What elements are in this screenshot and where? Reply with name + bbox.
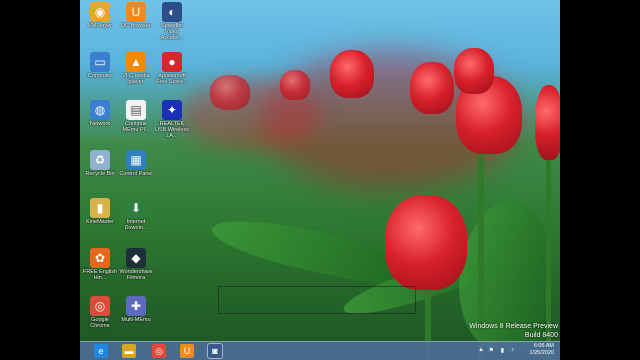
desktop-icon-label: Computer: [87, 73, 113, 79]
desktop-icon-label: KMPlayer: [88, 23, 112, 29]
desktop-icon-apowersoft[interactable]: ● Apowersoft Free Scree...: [154, 52, 190, 85]
idm-icon: ⬇: [126, 198, 146, 218]
taskbar-uc-browser-button[interactable]: U: [180, 344, 194, 358]
chrome-icon: ◎: [155, 345, 163, 356]
desktop[interactable]: ◉ KMPlayer U UC Browser ◐ Speedbit Video Acce…: [80, 0, 560, 360]
desktop-icon-label: Internet Downlo...: [124, 219, 148, 231]
uc-browser-icon: U: [126, 2, 146, 22]
desktop-icon-chrome[interactable]: ◎ Google Chrome: [82, 296, 118, 329]
desktop-icon-label: Recycle Bin: [85, 171, 115, 177]
kmplayer-icon: ◉: [90, 2, 110, 22]
apowersoft-icon: ●: [162, 52, 182, 72]
document-icon: ▤: [126, 100, 146, 120]
clock-time: 6:06 AM: [533, 343, 554, 349]
filmora-icon: ◆: [126, 248, 146, 268]
desktop-icon-label: Multi-MEmu: [121, 317, 151, 323]
network-icon: ◍: [90, 100, 110, 120]
network-icon[interactable]: ▮: [501, 347, 504, 354]
chrome-icon: ◎: [90, 296, 110, 316]
desktop-icon-label: VLC media player: [122, 73, 150, 85]
free-english-icon: ✿: [90, 248, 110, 268]
control-panel-icon: ▦: [126, 150, 146, 170]
recycle-bin-icon: ♻: [90, 150, 110, 170]
clock-date: 1/25/2020: [529, 350, 554, 356]
desktop-icon-free-english[interactable]: ✿ FREE English Hin...: [82, 248, 118, 281]
clock[interactable]: 6:06 AM 1/25/2020: [530, 343, 554, 357]
desktop-icon-label: Wondershare Filmora: [119, 269, 153, 281]
desktop-icon-realtek[interactable]: ✦ REALTEK USB Wireless LA...: [154, 100, 190, 139]
desktop-icon-label: Speedbit Video Acceler...: [160, 23, 184, 41]
watermark-line-1: Windows 8 Release Preview: [469, 323, 558, 330]
desktop-icon-document[interactable]: ▤ Continue MEmu Pl...: [118, 100, 154, 133]
desktop-icon-label: Google Chrome: [90, 317, 110, 329]
desktop-icon-folder[interactable]: ▮ KineMaster: [82, 198, 118, 225]
speedbit-icon: ◐: [162, 2, 182, 22]
desktop-icon-label: Apowersoft Free Scree...: [156, 73, 188, 85]
desktop-icon-label: REALTEK USB Wireless LA...: [155, 121, 189, 139]
folder-icon: ▮: [90, 198, 110, 218]
desktop-icon-label: FREE English Hin...: [82, 269, 118, 281]
desktop-icon-multi-memu[interactable]: ✚ Multi-MEmu: [118, 296, 154, 323]
desktop-icon-filmora[interactable]: ◆ Wondershare Filmora: [118, 248, 154, 281]
screen-recorder-icon: ◙: [212, 346, 218, 356]
desktop-icon-uc-browser[interactable]: U UC Browser: [118, 2, 154, 29]
selection-rectangle: [218, 286, 416, 314]
realtek-icon: ✦: [162, 100, 182, 120]
desktop-icon-label: UC Browser: [121, 23, 151, 29]
taskbar: e ▬ ◎ U ◙ ▲ ⚑ ▮ ♪ 6:06 AM 1/25/2020: [80, 341, 560, 360]
desktop-icon-speedbit[interactable]: ◐ Speedbit Video Acceler...: [154, 2, 190, 41]
desktop-icon-computer[interactable]: ▭ Computer: [82, 52, 118, 79]
windows-watermark: Windows 8 Release Preview Build 8400: [469, 322, 558, 340]
taskbar-chrome-button[interactable]: ◎: [152, 344, 166, 358]
vlc-icon: ▲: [126, 52, 146, 72]
desktop-icon-label: Control Panel: [119, 171, 153, 177]
flag-icon[interactable]: ⚑: [489, 347, 494, 354]
desktop-icon-vlc[interactable]: ▲ VLC media player: [118, 52, 154, 85]
taskbar-file-explorer-button[interactable]: ▬: [122, 344, 136, 358]
desktop-icon-control-panel[interactable]: ▦ Control Panel: [118, 150, 154, 177]
desktop-icon-label: Continue MEmu Pl...: [122, 121, 150, 133]
desktop-icon-network[interactable]: ◍ Network: [82, 100, 118, 127]
desktop-icon-label: Network: [89, 121, 111, 127]
taskbar-screen-recorder-button[interactable]: ◙: [207, 343, 223, 359]
file-explorer-icon: ▬: [124, 346, 134, 356]
desktop-icon-idm[interactable]: ⬇ Internet Downlo...: [118, 198, 154, 231]
internet-explorer-icon: e: [98, 346, 104, 356]
watermark-line-2: Build 8400: [524, 332, 558, 339]
desktop-icon-recycle-bin[interactable]: ♻ Recycle Bin: [82, 150, 118, 177]
multi-memu-icon: ✚: [126, 296, 146, 316]
uc-browser-icon: U: [183, 346, 191, 356]
desktop-icon-label: KineMaster: [86, 219, 114, 225]
computer-icon: ▭: [90, 52, 110, 72]
taskbar-internet-explorer-button[interactable]: e: [94, 344, 108, 358]
desktop-icon-kmplayer[interactable]: ◉ KMPlayer: [82, 2, 118, 29]
tray-overflow-icon[interactable]: ▲: [478, 347, 484, 353]
volume-icon[interactable]: ♪: [511, 347, 514, 353]
